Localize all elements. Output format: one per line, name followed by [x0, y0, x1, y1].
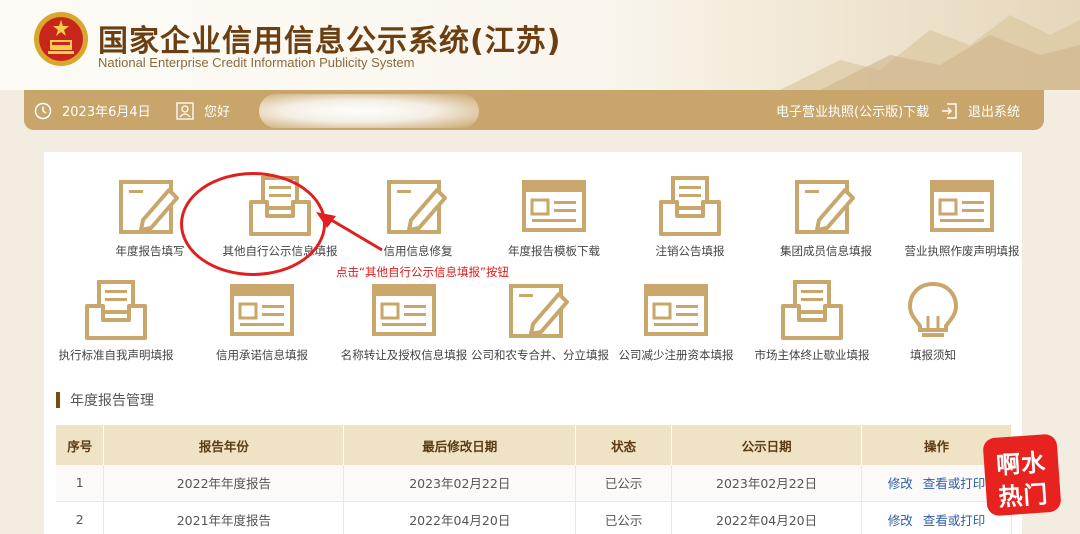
annotation-arrow-icon	[316, 212, 383, 252]
section-heading: 年度报告管理	[56, 390, 154, 410]
annual-report-table: 序号 报告年份 最后修改日期 状态 公示日期 操作 1 2022年年度报告 20…	[56, 425, 1012, 534]
function-grid: 年度报告填写 其他自行公示信息填报 信用信息修复 年度报告模板下载 注销公告填报 集团成员…	[44, 152, 1022, 387]
edit-form-icon	[509, 284, 569, 338]
function-tile[interactable]: 年度报告模板下载	[485, 176, 623, 259]
tile-label: 信用承诺信息填报	[216, 348, 308, 362]
current-date: 2023年6月4日	[62, 105, 151, 120]
main-card: 年度报告填写 其他自行公示信息填报 信用信息修复 年度报告模板下载 注销公告填报 集团成员…	[44, 152, 1022, 534]
function-tile[interactable]: 营业执照作废声明填报	[893, 176, 1031, 259]
window-list-icon	[522, 180, 586, 232]
view-print-link[interactable]: 查看或打印	[923, 476, 986, 491]
function-tile[interactable]: 注销公告填报	[621, 176, 759, 259]
cell-year: 2021年年度报告	[103, 501, 345, 534]
function-tile[interactable]: 集团成员信息填报	[757, 176, 895, 259]
tile-label: 注销公告填报	[655, 244, 725, 258]
watermark-logo: 啊水 热门	[982, 433, 1062, 517]
edit-link[interactable]: 修改	[888, 476, 913, 491]
edit-link[interactable]: 修改	[888, 513, 913, 528]
function-tile[interactable]: 名称转让及授权信息填报	[335, 280, 473, 363]
site-title: 国家企业信用信息公示系统(江苏)	[98, 24, 562, 59]
col-header-year: 报告年份	[103, 425, 345, 465]
cell-no: 2	[56, 501, 105, 534]
function-tile[interactable]: 公司和农专合并、分立填报	[471, 280, 609, 363]
greeting-text: 您好	[204, 105, 231, 120]
lightbulb-icon	[907, 281, 959, 337]
tile-label: 公司减少注册资本填报	[618, 348, 734, 362]
tile-label: 公司和农专合并、分立填报	[471, 348, 609, 362]
col-header-modified: 最后修改日期	[343, 425, 577, 465]
logout-button[interactable]: 退出系统	[940, 101, 1020, 120]
edit-form-icon	[795, 180, 855, 234]
tile-label: 执行标准自我声明填报	[58, 348, 174, 362]
cell-modified: 2022年04月20日	[343, 501, 577, 534]
tile-label: 填报须知	[910, 348, 956, 362]
function-tile[interactable]: 填报须知	[864, 280, 1002, 363]
col-header-no: 序号	[56, 425, 105, 465]
site-subtitle: National Enterprise Credit Information P…	[98, 55, 415, 70]
edit-form-icon	[387, 180, 447, 234]
inbox-tray-icon	[781, 280, 843, 340]
tile-label: 市场主体终止歇业填报	[754, 348, 870, 362]
inbox-tray-icon	[85, 280, 147, 340]
cell-published: 2023年02月22日	[671, 465, 863, 502]
logout-label[interactable]: 退出系统	[968, 101, 1020, 120]
clock-icon	[34, 102, 52, 119]
user-icon	[176, 101, 194, 120]
mountain-decoration	[780, 15, 1080, 90]
window-list-icon	[230, 284, 294, 336]
col-header-published: 公示日期	[671, 425, 863, 465]
watermark-line2: 热门	[997, 480, 1050, 512]
tile-label: 名称转让及授权信息填报	[340, 348, 468, 362]
edit-form-icon	[119, 180, 179, 234]
cell-status: 已公示	[575, 465, 673, 502]
cell-modified: 2023年02月22日	[343, 465, 577, 502]
site-header: 国家企业信用信息公示系统(江苏) National Enterprise Cre…	[0, 0, 1080, 90]
window-list-icon	[644, 284, 708, 336]
function-tile[interactable]: 信用承诺信息填报	[193, 280, 331, 363]
tile-label: 营业执照作废声明填报	[904, 244, 1020, 258]
inbox-tray-icon	[659, 176, 721, 236]
table-row: 2 2021年年度报告 2022年04月20日 已公示 2022年04月20日 …	[56, 501, 1012, 534]
cell-year: 2022年年度报告	[103, 465, 345, 502]
window-list-icon	[372, 284, 436, 336]
license-download-link[interactable]: 电子营业执照(公示版)下载	[776, 101, 929, 120]
license-download-label[interactable]: 电子营业执照(公示版)下载	[776, 101, 929, 120]
col-header-status: 状态	[575, 425, 673, 465]
section-title: 年度报告管理	[70, 393, 154, 409]
tile-label: 年度报告模板下载	[508, 244, 600, 258]
national-emblem-icon	[34, 12, 88, 66]
cell-published: 2022年04月20日	[671, 501, 863, 534]
tile-label: 集团成员信息填报	[780, 244, 872, 258]
cell-no: 1	[56, 465, 105, 502]
section-marker	[56, 392, 60, 408]
annotation-circle	[180, 172, 326, 276]
function-tile[interactable]: 公司减少注册资本填报	[607, 280, 745, 363]
function-tile[interactable]: 市场主体终止歇业填报	[743, 280, 881, 363]
annotation-text: 点击“其他自行公示信息填报”按钮	[336, 265, 509, 279]
window-list-icon	[930, 180, 994, 232]
user-greeting: 您好	[176, 101, 230, 120]
logout-icon[interactable]	[940, 102, 958, 120]
cell-status: 已公示	[575, 501, 673, 534]
table-header-row: 序号 报告年份 最后修改日期 状态 公示日期 操作	[56, 425, 1012, 465]
function-tile[interactable]: 执行标准自我声明填报	[47, 280, 185, 363]
status-bar: 2023年6月4日 您好 电子营业执照(公示版)下载 退出系统	[24, 90, 1044, 130]
table-row: 1 2022年年度报告 2023年02月22日 已公示 2023年02月22日 …	[56, 465, 1012, 502]
view-print-link[interactable]: 查看或打印	[923, 513, 986, 528]
date-display: 2023年6月4日	[34, 101, 151, 120]
redacted-username	[259, 94, 479, 128]
